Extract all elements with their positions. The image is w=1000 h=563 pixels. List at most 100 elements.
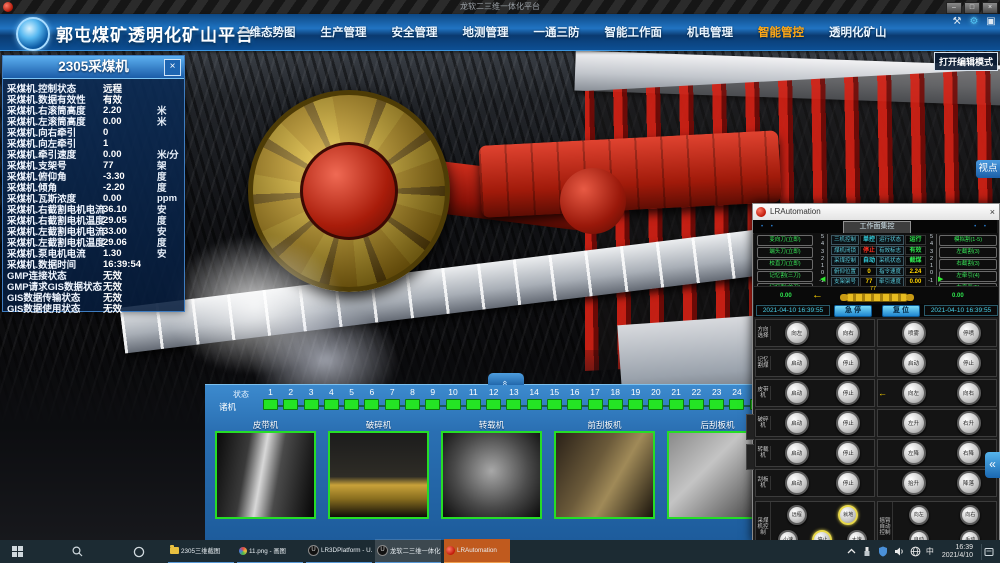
control-button[interactable]: 启动 [902,351,926,375]
screen-icon[interactable]: ▣ [984,15,998,29]
control-button[interactable]: 右降 [957,441,981,465]
channel-indicator[interactable]: 8 [405,387,420,417]
control-button[interactable]: 停止 [836,441,860,465]
cut-mode-button[interactable]: 左牵引(4) [939,271,997,282]
maximize-button[interactable]: □ [964,2,980,14]
control-button[interactable]: 停止 [836,381,860,405]
channel-indicator[interactable]: 7 [385,387,400,417]
channel-indicator[interactable]: 3 [304,387,319,417]
channel-indicator[interactable]: 4 [324,387,339,417]
channel-indicator[interactable]: 14 [527,387,542,417]
cut-mode-button[interactable]: 端头刀(立即) [757,247,813,258]
channel-indicator[interactable]: 22 [689,387,704,417]
cut-mode-button[interactable]: 变向刀(立即) [757,235,813,246]
close-icon[interactable]: × [164,59,181,76]
control-button[interactable]: 停止 [836,411,860,435]
channel-indicator[interactable]: 16 [567,387,582,417]
nav-menu-item[interactable]: 透明化矿山 [829,24,887,40]
search-icon[interactable] [62,540,92,563]
minimize-button[interactable]: – [946,2,962,14]
channel-indicator[interactable]: 9 [425,387,440,417]
taskbar-clock[interactable]: 16:39 2021/4/10 [939,544,976,560]
channel-indicator[interactable]: 24 [729,387,744,417]
control-button[interactable]: 停止 [836,351,860,375]
channel-indicator[interactable]: 6 [364,387,379,417]
camera-thumbnail[interactable] [215,431,316,519]
channel-indicator[interactable]: 13 [506,387,521,417]
open-edit-mode-button[interactable]: 打开编辑模式 [934,52,998,71]
control-button[interactable]: 向左 [902,381,926,405]
shield-icon[interactable] [878,546,889,557]
viewpoint-tab[interactable]: 视点 [976,160,1000,178]
notification-center-icon[interactable] [981,544,996,560]
side-tab[interactable] [746,444,754,470]
lrautomation-titlebar[interactable]: LRAutomation × [753,204,999,220]
control-button[interactable]: 抬升 [902,471,926,495]
nav-menu-item[interactable]: 机电管理 [687,24,733,40]
control-button[interactable]: 启动 [785,351,809,375]
control-button[interactable]: 启动 [785,411,809,435]
channel-indicator[interactable]: 21 [669,387,684,417]
chevron-up-icon[interactable] [846,546,857,557]
channel-indicator[interactable]: 5 [344,387,359,417]
taskbar-task[interactable]: U 龙软二三维一体化... [375,539,441,563]
control-button[interactable]: 左降 [902,441,926,465]
camera-thumbnail[interactable] [554,431,655,519]
control-button[interactable]: 向右 [957,381,981,405]
channel-indicator[interactable]: 18 [608,387,623,417]
control-button[interactable]: 降落 [957,471,981,495]
control-button[interactable]: 向左 [909,505,929,525]
control-button[interactable]: 向右 [836,321,860,345]
chevron-down-icon[interactable]: « [488,373,524,385]
cut-mode-button[interactable]: 记忆割(三刀) [757,271,813,282]
gear-icon[interactable]: ⚙ [967,15,981,29]
shearer-panel-header[interactable]: 2305采煤机 × [3,56,184,79]
channel-indicator[interactable]: 10 [446,387,461,417]
cut-mode-button[interactable]: 左截割(3) [939,247,997,258]
speaker-icon[interactable] [894,546,905,557]
nav-menu-item[interactable]: 地测管理 [463,24,509,40]
network-globe-icon[interactable] [910,546,921,557]
control-button[interactable]: 喷雾 [902,321,926,345]
side-tab[interactable] [746,414,754,440]
control-button[interactable]: 停止 [957,351,981,375]
taskbar-task[interactable]: U LR3DPlatform - U... [306,539,372,563]
collapse-panel-arrow[interactable]: « [985,452,1000,478]
control-button[interactable]: 启动 [785,441,809,465]
channel-indicator[interactable]: 11 [466,387,481,417]
control-button[interactable]: 远程 [787,505,807,525]
cut-mode-button[interactable]: 校直刀(立即) [757,259,813,270]
reset-button[interactable]: 复 位 [882,305,920,317]
camera-thumbnail[interactable] [328,431,429,519]
channel-indicator[interactable]: 15 [547,387,562,417]
ime-indicator[interactable]: 中 [926,546,934,557]
channel-indicator[interactable]: 2 [283,387,298,417]
nav-menu-item[interactable]: 三维态势图 [238,24,296,40]
channel-indicator[interactable]: 20 [648,387,663,417]
channel-indicator[interactable]: 23 [709,387,724,417]
taskbar-task[interactable]: LRAutomation [444,539,510,563]
close-button[interactable]: × [982,2,998,14]
close-icon[interactable]: × [990,204,995,220]
control-button[interactable]: 右升 [957,411,981,435]
control-button[interactable]: 停止 [836,471,860,495]
usb-icon[interactable] [862,546,873,557]
taskbar-task[interactable]: 11.png - 画图 [237,539,303,563]
control-button[interactable]: 启动 [785,381,809,405]
window-titlebar[interactable]: 龙软二三维一体化平台 – □ × [0,0,1000,14]
taskbar-task[interactable]: 2305三维截图 [168,539,234,563]
estop-button[interactable]: 急 停 [834,305,872,317]
nav-menu-item[interactable]: 智能管控 [758,24,804,40]
tools-icon[interactable]: ⚒ [950,15,964,29]
nav-menu-item[interactable]: 安全管理 [392,24,438,40]
cut-mode-button[interactable]: 模拟割(1-5) [939,235,997,246]
control-button[interactable]: 向左 [785,321,809,345]
nav-menu-item[interactable]: 智能工作面 [605,24,663,40]
channel-indicator[interactable]: 17 [588,387,603,417]
control-button[interactable]: 左升 [902,411,926,435]
channel-indicator[interactable]: 1 [263,387,278,417]
start-button[interactable] [0,540,34,563]
control-button[interactable]: 就地 [838,505,858,525]
control-button[interactable]: 停喷 [957,321,981,345]
control-button[interactable]: 向右 [960,505,980,525]
